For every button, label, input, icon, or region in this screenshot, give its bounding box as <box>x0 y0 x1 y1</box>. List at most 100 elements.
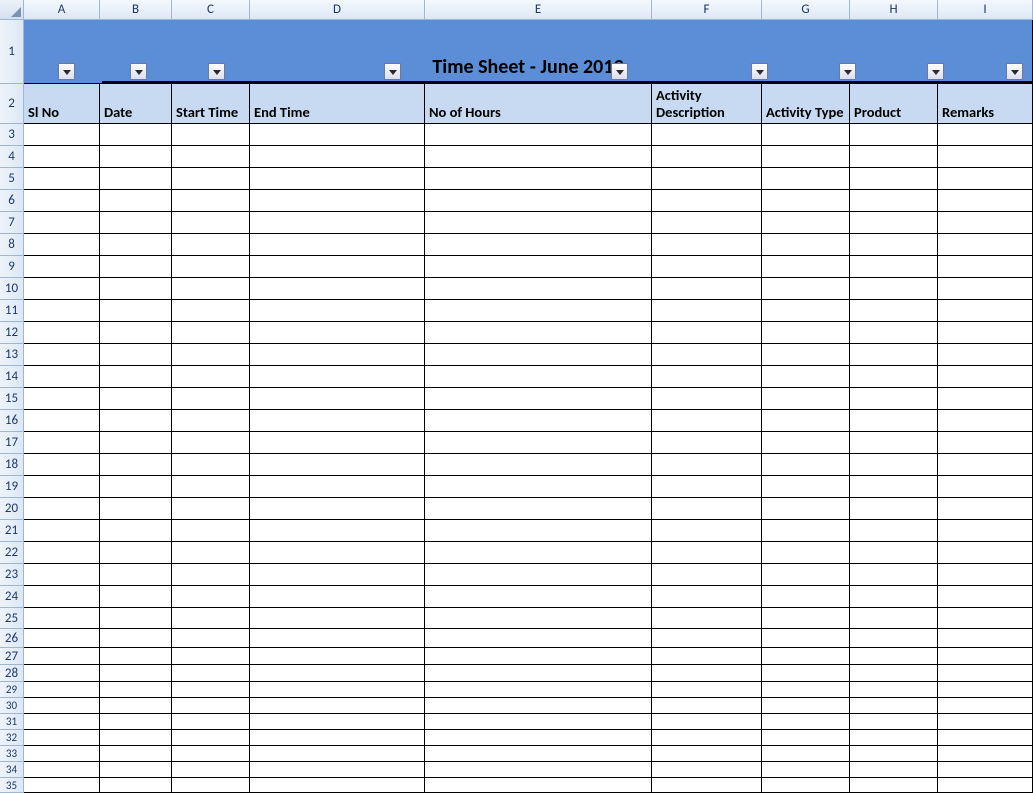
cell-a18[interactable] <box>24 454 100 476</box>
header-b[interactable]: Date <box>100 84 172 124</box>
cell-e21[interactable] <box>425 520 652 542</box>
select-all-corner[interactable] <box>0 0 24 20</box>
cell-f35[interactable] <box>652 778 762 793</box>
cell-i17[interactable] <box>938 432 1033 454</box>
cell-b13[interactable] <box>100 344 172 366</box>
cell-h31[interactable] <box>850 714 938 730</box>
cell-h13[interactable] <box>850 344 938 366</box>
cell-a11[interactable] <box>24 300 100 322</box>
row-header-6[interactable]: 6 <box>0 190 24 212</box>
cell-i28[interactable] <box>938 665 1033 682</box>
cell-c14[interactable] <box>172 366 250 388</box>
cell-d3[interactable] <box>250 124 425 146</box>
cell-b6[interactable] <box>100 190 172 212</box>
cell-a10[interactable] <box>24 278 100 300</box>
cell-b12[interactable] <box>100 322 172 344</box>
cell-d22[interactable] <box>250 542 425 564</box>
cell-b34[interactable] <box>100 762 172 778</box>
cell-c21[interactable] <box>172 520 250 542</box>
header-h[interactable]: Product <box>850 84 938 124</box>
header-d[interactable]: End Time <box>250 84 425 124</box>
cell-g26[interactable] <box>762 629 850 648</box>
cell-e4[interactable] <box>425 146 652 168</box>
cell-g7[interactable] <box>762 212 850 234</box>
cell-d27[interactable] <box>250 648 425 665</box>
row-header-17[interactable]: 17 <box>0 432 24 454</box>
cell-f32[interactable] <box>652 730 762 746</box>
cell-g9[interactable] <box>762 256 850 278</box>
cell-g34[interactable] <box>762 762 850 778</box>
cell-a4[interactable] <box>24 146 100 168</box>
cell-i8[interactable] <box>938 234 1033 256</box>
cell-b26[interactable] <box>100 629 172 648</box>
cell-c7[interactable] <box>172 212 250 234</box>
cell-c10[interactable] <box>172 278 250 300</box>
cell-a9[interactable] <box>24 256 100 278</box>
cell-b33[interactable] <box>100 746 172 762</box>
cell-g17[interactable] <box>762 432 850 454</box>
cell-b20[interactable] <box>100 498 172 520</box>
cell-b21[interactable] <box>100 520 172 542</box>
cell-f11[interactable] <box>652 300 762 322</box>
cell-i33[interactable] <box>938 746 1033 762</box>
cell-g6[interactable] <box>762 190 850 212</box>
cell-e33[interactable] <box>425 746 652 762</box>
cell-e18[interactable] <box>425 454 652 476</box>
cell-a8[interactable] <box>24 234 100 256</box>
cell-g24[interactable] <box>762 586 850 608</box>
cell-f17[interactable] <box>652 432 762 454</box>
cell-h6[interactable] <box>850 190 938 212</box>
cell-d16[interactable] <box>250 410 425 432</box>
cell-a13[interactable] <box>24 344 100 366</box>
cell-c3[interactable] <box>172 124 250 146</box>
cell-b9[interactable] <box>100 256 172 278</box>
cell-b25[interactable] <box>100 608 172 629</box>
row-header-31[interactable]: 31 <box>0 714 24 730</box>
filter-button-col-f[interactable] <box>751 63 768 80</box>
row-header-26[interactable]: 26 <box>0 629 24 648</box>
column-header-g[interactable]: G <box>762 0 850 20</box>
cell-a25[interactable] <box>24 608 100 629</box>
cell-i27[interactable] <box>938 648 1033 665</box>
cell-c15[interactable] <box>172 388 250 410</box>
cell-e30[interactable] <box>425 698 652 714</box>
cell-g15[interactable] <box>762 388 850 410</box>
cell-c12[interactable] <box>172 322 250 344</box>
row-header-11[interactable]: 11 <box>0 300 24 322</box>
cell-e32[interactable] <box>425 730 652 746</box>
filter-button-col-a[interactable] <box>58 63 75 80</box>
cell-a31[interactable] <box>24 714 100 730</box>
column-header-a[interactable]: A <box>24 0 100 20</box>
cell-d24[interactable] <box>250 586 425 608</box>
row-header-4[interactable]: 4 <box>0 146 24 168</box>
cell-g11[interactable] <box>762 300 850 322</box>
cell-h30[interactable] <box>850 698 938 714</box>
cell-f14[interactable] <box>652 366 762 388</box>
cell-h28[interactable] <box>850 665 938 682</box>
row-header-7[interactable]: 7 <box>0 212 24 234</box>
cell-i20[interactable] <box>938 498 1033 520</box>
cell-e12[interactable] <box>425 322 652 344</box>
filter-button-col-b[interactable] <box>130 63 147 80</box>
cell-h16[interactable] <box>850 410 938 432</box>
cell-h25[interactable] <box>850 608 938 629</box>
cell-i13[interactable] <box>938 344 1033 366</box>
cell-c29[interactable] <box>172 682 250 698</box>
cell-b15[interactable] <box>100 388 172 410</box>
cell-g13[interactable] <box>762 344 850 366</box>
cell-g23[interactable] <box>762 564 850 586</box>
row-header-33[interactable]: 33 <box>0 746 24 762</box>
cell-i21[interactable] <box>938 520 1033 542</box>
cell-g20[interactable] <box>762 498 850 520</box>
row-header-32[interactable]: 32 <box>0 730 24 746</box>
cell-i4[interactable] <box>938 146 1033 168</box>
cell-g14[interactable] <box>762 366 850 388</box>
cell-c33[interactable] <box>172 746 250 762</box>
cell-a24[interactable] <box>24 586 100 608</box>
row-header-30[interactable]: 30 <box>0 698 24 714</box>
row-header-29[interactable]: 29 <box>0 682 24 698</box>
cell-a5[interactable] <box>24 168 100 190</box>
cell-b22[interactable] <box>100 542 172 564</box>
cell-g8[interactable] <box>762 234 850 256</box>
cell-d25[interactable] <box>250 608 425 629</box>
